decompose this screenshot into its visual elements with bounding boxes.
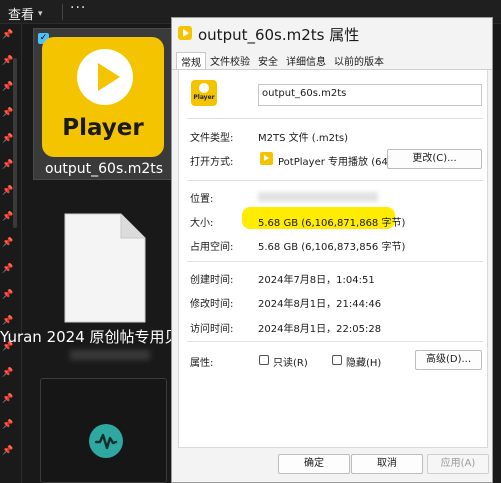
dialog-title: output_60s.m2ts 属性 <box>198 26 360 44</box>
pin-icon[interactable]: 📌 <box>2 420 13 430</box>
size-on-disk-label: 占用空间: <box>190 242 234 253</box>
play-icon <box>77 49 133 105</box>
dialog-titlebar[interactable]: output_60s.m2ts 属性 <box>172 18 492 48</box>
tab-strip: 常规 文件校验 安全 详细信息 以前的版本 <box>176 52 388 70</box>
hidden-label[interactable]: 隐藏(H) <box>346 354 381 369</box>
potplayer-file-icon: Player <box>191 80 217 106</box>
potplayer-icon <box>260 152 273 165</box>
more-options-button[interactable]: ··· <box>70 0 86 16</box>
document-file-name: Yuran 2024 原创帖专用贝 <box>0 328 180 346</box>
file-tile-selected[interactable]: ✓ Player output_60s.m2ts <box>33 28 173 180</box>
tab-general[interactable]: 常规 <box>176 52 206 70</box>
document-icon[interactable] <box>63 212 147 324</box>
pane-divider[interactable] <box>21 24 22 483</box>
tab-previous-versions[interactable]: 以前的版本 <box>330 52 388 70</box>
blurred-text <box>70 350 150 360</box>
advanced-button[interactable]: 高级(D)... <box>415 350 482 370</box>
pin-icon[interactable]: 📌 <box>2 368 13 378</box>
ok-button[interactable]: 确定 <box>278 454 350 474</box>
change-button[interactable]: 更改(C)... <box>387 149 482 169</box>
general-panel: Player output_60s.m2ts 文件类型: M2TS 文件 (.m… <box>178 70 488 448</box>
location-label: 位置: <box>190 194 214 205</box>
pin-icon[interactable]: 📌 <box>2 82 13 92</box>
file-name-label: output_60s.m2ts <box>44 161 164 177</box>
pin-icon[interactable]: 📌 <box>2 316 13 326</box>
divider <box>187 180 483 181</box>
chevron-down-icon: ▾ <box>38 8 43 19</box>
divider <box>187 341 483 342</box>
toolbar-divider <box>62 4 63 20</box>
pin-icon[interactable]: 📌 <box>2 134 13 144</box>
cancel-button[interactable]: 取消 <box>351 454 423 474</box>
tab-file-checksum[interactable]: 文件校验 <box>206 52 254 70</box>
apply-button[interactable]: 应用(A) <box>427 454 489 474</box>
pin-icon[interactable]: 📌 <box>2 394 13 404</box>
view-menu-button[interactable]: 查看 ▾ <box>8 4 43 23</box>
modified-value: 2024年8月1日，21:44:46 <box>258 299 382 310</box>
player-icon-text: Player <box>62 115 144 141</box>
player-icon-text: Player <box>193 94 215 101</box>
pin-icon[interactable]: 📌 <box>2 446 13 456</box>
nav-scrollbar[interactable] <box>13 58 17 228</box>
hidden-checkbox[interactable] <box>332 355 342 365</box>
pin-icon[interactable]: 📌 <box>2 212 13 222</box>
divider <box>187 261 483 262</box>
pin-icon[interactable]: 📌 <box>2 108 13 118</box>
size-value: 5.68 GB (6,106,871,868 字节) <box>258 218 406 229</box>
file-type-value: M2TS 文件 (.m2ts) <box>258 133 349 144</box>
play-icon <box>199 83 209 93</box>
accessed-label: 访问时间: <box>190 324 234 335</box>
tab-details[interactable]: 详细信息 <box>282 52 330 70</box>
pin-icon[interactable]: 📌 <box>2 56 13 66</box>
pin-icon[interactable]: 📌 <box>2 160 13 170</box>
file-type-label: 文件类型: <box>190 133 234 144</box>
pin-icon[interactable]: 📌 <box>2 238 13 248</box>
pin-icon[interactable]: 📌 <box>2 290 13 300</box>
properties-dialog: output_60s.m2ts 属性 常规 文件校验 安全 详细信息 以前的版本… <box>171 17 493 483</box>
pin-icon[interactable]: 📌 <box>2 264 13 274</box>
size-label: 大小: <box>190 218 214 229</box>
waveform-icon <box>89 424 123 458</box>
readonly-label[interactable]: 只读(R) <box>273 354 308 369</box>
navigation-pane: 📌 📌 📌 📌 📌 📌 📌 📌 📌 📌 📌 📌 📌 📌 📌 📌 📌 <box>0 24 22 483</box>
created-value: 2024年7月8日，1:04:51 <box>258 275 375 286</box>
readonly-checkbox[interactable] <box>259 355 269 365</box>
opens-with-label: 打开方式: <box>190 157 234 168</box>
attributes-label: 属性: <box>190 358 214 369</box>
potplayer-file-icon: Player <box>42 37 164 157</box>
audio-file-tile[interactable] <box>40 378 167 483</box>
pin-icon[interactable]: 📌 <box>2 186 13 196</box>
size-on-disk-value: 5.68 GB (6,106,873,856 字节) <box>258 242 406 253</box>
view-menu-label: 查看 <box>8 8 35 23</box>
divider <box>187 118 483 119</box>
accessed-value: 2024年8月1日，22:05:28 <box>258 324 382 335</box>
modified-label: 修改时间: <box>190 299 234 310</box>
location-value-blurred <box>258 192 378 202</box>
pin-icon[interactable]: 📌 <box>2 30 13 40</box>
tab-security[interactable]: 安全 <box>254 52 282 70</box>
created-label: 创建时间: <box>190 275 234 286</box>
potplayer-icon <box>178 26 192 40</box>
file-name-field[interactable]: output_60s.m2ts <box>258 84 482 106</box>
opens-with-value: PotPlayer 专用播放 (64 <box>278 157 388 168</box>
